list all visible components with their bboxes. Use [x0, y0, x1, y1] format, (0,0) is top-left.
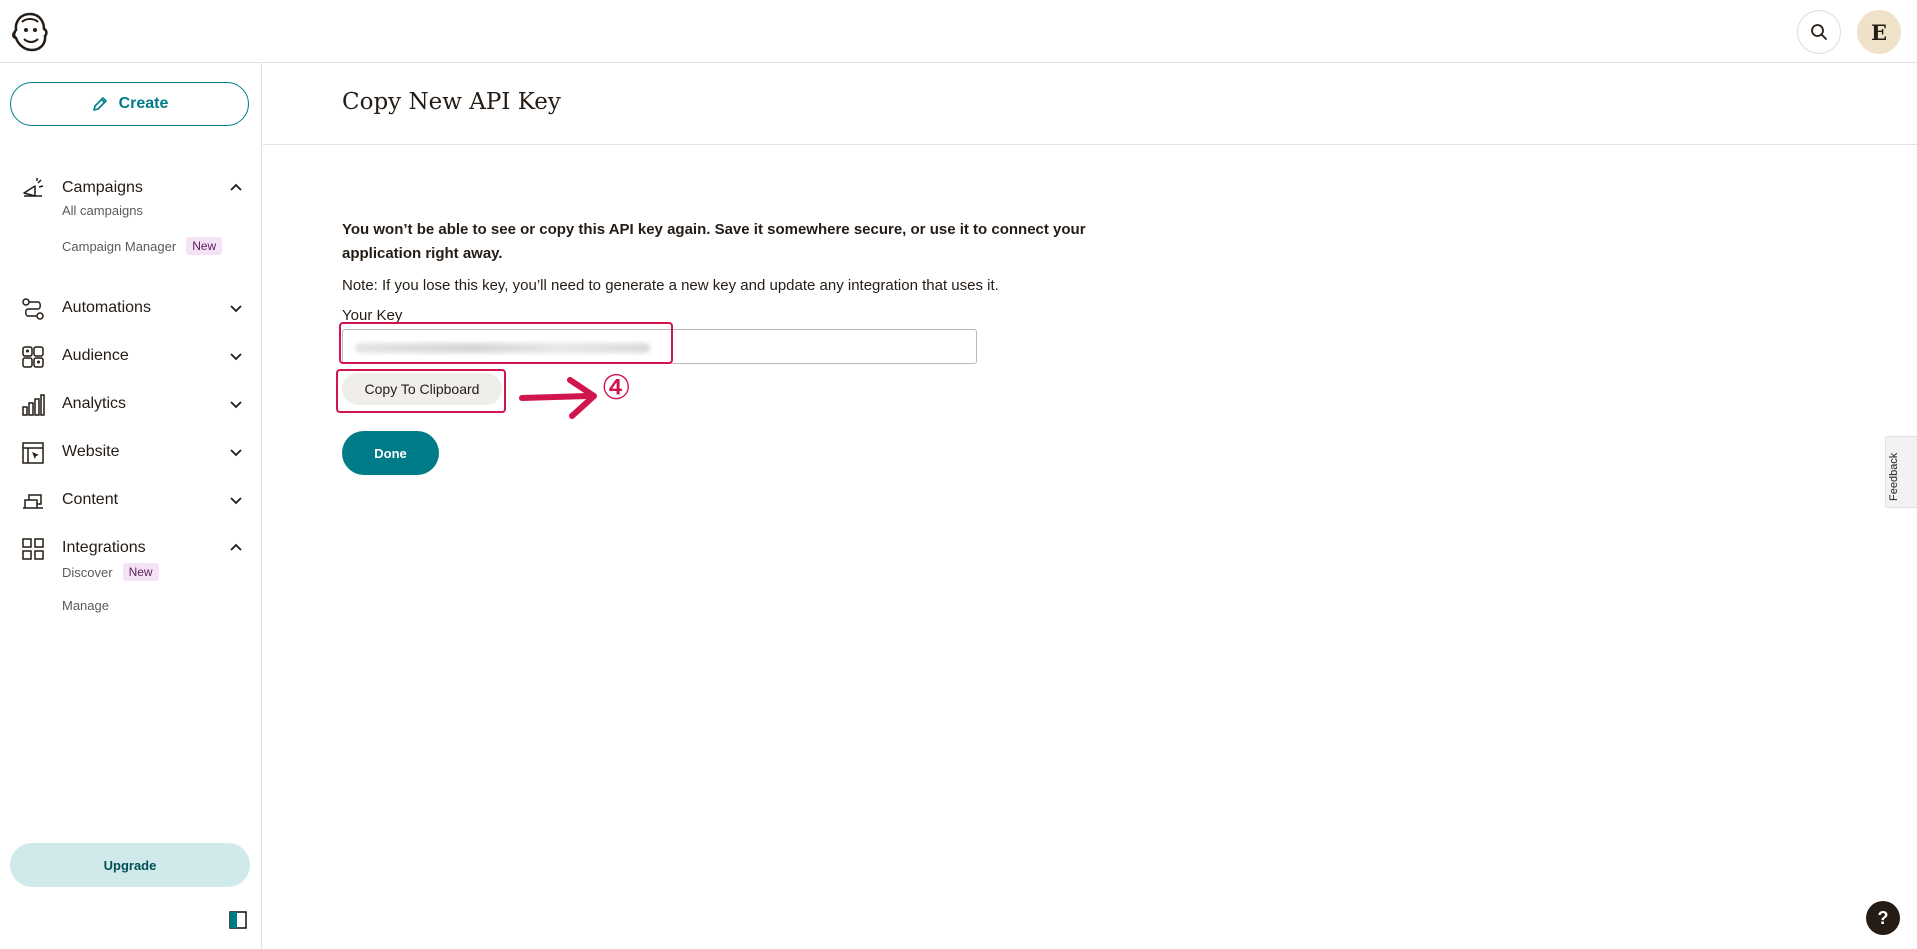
chevron-down-icon[interactable] [228, 396, 244, 412]
annotation-step-number: ④ [601, 368, 632, 408]
note-text: Note: If you lose this key, you’ll need … [342, 277, 999, 294]
chevron-down-icon[interactable] [228, 300, 244, 316]
chevron-down-icon[interactable] [228, 492, 244, 508]
sidebar-item-label: Audience [62, 347, 129, 364]
sidebar-item-website[interactable]: Website [0, 432, 262, 472]
sidebar-item-label: Automations [62, 299, 151, 316]
upgrade-button[interactable]: Upgrade [10, 843, 250, 887]
megaphone-icon [23, 178, 44, 197]
sidebar-subitem-all-campaigns[interactable]: All campaigns [62, 203, 143, 218]
sidebar-item-analytics[interactable]: Analytics [0, 384, 262, 424]
create-button[interactable]: Create [10, 82, 249, 126]
search-icon [1811, 24, 1827, 40]
warning-text: You won’t be able to see or copy this AP… [342, 221, 1086, 262]
sidebar-subitem-campaign-manager[interactable]: Campaign Manager New [62, 237, 223, 255]
chevron-down-icon[interactable] [228, 348, 244, 364]
automations-icon [22, 298, 44, 320]
integrations-icon [22, 538, 44, 560]
sidebar-subitem-label: Manage [62, 598, 109, 613]
audience-icon [22, 346, 44, 368]
collapse-sidebar-icon[interactable] [229, 911, 247, 929]
sidebar-item-label: Campaigns [62, 179, 143, 196]
sidebar-subitem-label: All campaigns [62, 203, 143, 218]
analytics-icon [22, 394, 45, 416]
pencil-icon [92, 97, 107, 111]
sidebar-subitem-manage[interactable]: Manage [62, 598, 109, 613]
user-avatar[interactable]: E [1857, 10, 1901, 54]
done-button[interactable]: Done [342, 431, 439, 475]
new-badge: New [186, 237, 223, 255]
help-button[interactable]: ? [1866, 901, 1900, 935]
search-button[interactable] [1797, 10, 1841, 54]
feedback-tab[interactable]: Feedback [1885, 436, 1917, 508]
sidebar-subitem-label: Discover [62, 564, 113, 580]
new-badge: New [122, 563, 159, 581]
copy-highlight-box [336, 369, 506, 413]
chevron-up-icon[interactable] [228, 180, 244, 196]
sidebar-item-label: Analytics [62, 395, 127, 412]
chevron-up-icon[interactable] [228, 540, 244, 556]
sidebar-subitem-label: Campaign Manager [62, 238, 177, 254]
sidebar-subitem-discover[interactable]: Discover New [62, 563, 159, 581]
sidebar-item-automations[interactable]: Automations [0, 288, 262, 328]
create-label: Create [118, 95, 169, 112]
sidebar: Create Campaigns All campaigns Campaign … [0, 63, 262, 949]
feedback-label: Feedback [1888, 452, 1900, 501]
mailchimp-logo-icon[interactable] [10, 10, 50, 54]
website-icon [22, 442, 44, 464]
sidebar-item-integrations[interactable]: Integrations [0, 528, 262, 568]
sidebar-item-label: Integrations [62, 539, 146, 556]
key-highlight-box [339, 322, 673, 364]
sidebar-item-audience[interactable]: Audience [0, 336, 262, 376]
content-icon [23, 494, 43, 509]
sidebar-item-label: Content [62, 491, 119, 508]
sidebar-item-label: Website [62, 443, 120, 460]
sidebar-item-content[interactable]: Content [0, 480, 262, 520]
chevron-down-icon[interactable] [228, 444, 244, 460]
page-title: Copy New API Key [342, 89, 561, 115]
sidebar-item-campaigns[interactable]: Campaigns [0, 168, 262, 208]
top-bar: E [0, 0, 1917, 63]
